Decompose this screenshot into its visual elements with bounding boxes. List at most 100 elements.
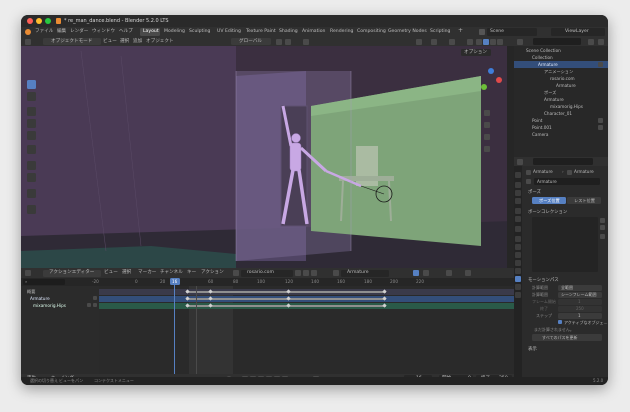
outliner-item[interactable]: Armature (538, 62, 558, 68)
outliner-item[interactable]: ポーズ (544, 90, 556, 96)
channel-armature[interactable]: Armature (30, 296, 50, 302)
tab-sculpting[interactable]: Sculpting (189, 29, 210, 35)
outliner-item[interactable]: Character_01 (544, 111, 572, 117)
tab-bone-icon[interactable] (515, 284, 521, 290)
tab-particles-icon[interactable] (515, 252, 521, 258)
timeline-menu-channel[interactable]: チャンネル (160, 270, 183, 276)
pan-view-icon[interactable] (484, 122, 490, 128)
shading-material-icon[interactable] (490, 38, 496, 45)
menu-help[interactable]: ヘルプ (119, 29, 133, 35)
outliner-item[interactable]: Scene Collection (526, 48, 561, 54)
3d-viewport[interactable]: オプション (21, 46, 514, 268)
add-workspace-icon[interactable]: + (458, 28, 463, 34)
tab-geometry-nodes[interactable]: Geometry Nodes (388, 29, 427, 35)
gizmo-icon[interactable] (431, 38, 437, 45)
tab-tool-icon[interactable] (515, 172, 521, 178)
menu-render[interactable]: レンダー (70, 29, 88, 35)
overlay-icon[interactable] (449, 38, 455, 45)
viewport-menu-object[interactable]: オブジェクト (146, 39, 174, 45)
outliner-editor-type-icon[interactable] (517, 38, 523, 45)
gizmo-x-axis[interactable] (496, 77, 502, 83)
pose-section-header[interactable]: ポーズ (528, 190, 541, 196)
tab-shading[interactable]: Shading (279, 29, 298, 35)
properties-editor-type-icon[interactable] (517, 158, 523, 165)
timeline-menu-key[interactable]: キー (187, 270, 196, 276)
action-fake-user-icon[interactable] (295, 270, 301, 276)
outliner-new-collection-icon[interactable] (598, 38, 604, 45)
menu-window[interactable]: ウィンドウ (92, 29, 115, 35)
tool-cursor[interactable] (27, 92, 36, 101)
snap-icon[interactable] (285, 38, 291, 45)
menu-edit[interactable]: 編集 (57, 29, 66, 35)
outliner-item[interactable]: Point.001 (532, 125, 552, 131)
minimize-traffic-light[interactable] (36, 18, 42, 24)
action-new-icon[interactable] (303, 270, 309, 276)
timeline-editor-type-icon[interactable] (25, 270, 31, 276)
tool-annotate[interactable] (27, 161, 36, 170)
only-selected-icon[interactable] (413, 270, 419, 276)
zoom-view-icon[interactable] (484, 110, 490, 116)
xray-icon[interactable] (467, 38, 473, 45)
outliner-item[interactable]: rosario.com (550, 76, 575, 82)
list-menu-icon[interactable] (600, 234, 605, 239)
channel-summary[interactable]: 概要 (27, 289, 35, 295)
playhead-line[interactable] (174, 278, 175, 374)
shading-rendered-icon[interactable] (497, 38, 503, 45)
eye-visibility-icon[interactable] (598, 125, 603, 130)
add-bone-collection-icon[interactable] (600, 218, 605, 223)
viewport-menu-add[interactable]: 追加 (133, 39, 142, 45)
viewport-menu-view[interactable]: ビュー (103, 39, 117, 45)
tab-constraints-icon[interactable] (515, 268, 521, 274)
perspective-toggle-icon[interactable] (484, 146, 490, 152)
tab-texture-icon[interactable] (515, 292, 521, 298)
visibility-icon[interactable] (416, 38, 422, 45)
navigation-gizmo[interactable] (476, 66, 506, 96)
timeline-menu-marker[interactable]: マーカー (138, 270, 156, 276)
tab-render-icon[interactable] (515, 182, 521, 188)
outliner-item[interactable]: Point (532, 118, 542, 124)
outliner-item[interactable]: mixamorig.Hips (550, 104, 583, 110)
gizmo-z-axis[interactable] (488, 68, 494, 74)
tool-rotate[interactable] (27, 119, 36, 128)
tab-scene-icon[interactable] (515, 208, 521, 214)
bone-collections-header[interactable]: ボーンコレクション (528, 210, 567, 216)
tab-modeling[interactable]: Modeling (164, 29, 185, 35)
filter-icon[interactable] (423, 270, 429, 276)
blender-logo-icon[interactable] (25, 29, 31, 35)
tab-scripting[interactable]: Scripting (430, 29, 450, 35)
tab-object-icon[interactable] (515, 236, 521, 242)
channel-hips-mute-icon[interactable] (87, 303, 91, 307)
channel-hips-lock-icon[interactable] (93, 303, 97, 307)
tab-armature-data-icon[interactable] (515, 276, 521, 282)
timeline-menu-action[interactable]: アクション (201, 270, 224, 276)
active-object-checkbox[interactable] (558, 320, 562, 324)
tool-transform[interactable] (27, 145, 36, 154)
dopesheet-area[interactable]: 概要 Armature mixamorig.Hips (21, 278, 514, 374)
properties-search-field[interactable] (533, 158, 593, 165)
channel-search-field[interactable] (23, 279, 65, 285)
outliner-item[interactable]: Camera (532, 132, 548, 138)
proportional-timeline-icon[interactable] (465, 270, 471, 276)
gizmo-y-axis[interactable] (481, 84, 487, 90)
camera-view-icon[interactable] (484, 134, 490, 140)
snapping-icon[interactable] (446, 270, 452, 276)
outliner-search-field[interactable] (533, 38, 581, 45)
outliner-item[interactable]: アニメーション (544, 69, 573, 75)
tool-scale[interactable] (27, 131, 36, 140)
action-unlink-icon[interactable] (311, 270, 317, 276)
outliner-item[interactable]: Armature (556, 83, 576, 89)
zoom-traffic-light[interactable] (45, 18, 51, 24)
tab-texture-paint[interactable]: Texture Paint (246, 29, 276, 35)
tool-measure[interactable] (27, 173, 36, 182)
channel-armature-lock-icon[interactable] (93, 296, 97, 300)
motion-paths-header[interactable]: モーションパス (528, 278, 559, 284)
tool-extra[interactable] (27, 205, 36, 214)
display-section-header[interactable]: 表示 (528, 347, 537, 353)
tab-physics-icon[interactable] (515, 260, 521, 266)
channel-hips[interactable]: mixamorig.Hips (33, 303, 66, 309)
timeline-menu-select[interactable]: 選択 (122, 270, 131, 276)
proportional-edit-icon[interactable] (303, 38, 309, 45)
eye-visibility-icon[interactable] (598, 62, 603, 67)
editor-type-icon[interactable] (25, 38, 31, 45)
tab-compositing[interactable]: Compositing (357, 29, 386, 35)
